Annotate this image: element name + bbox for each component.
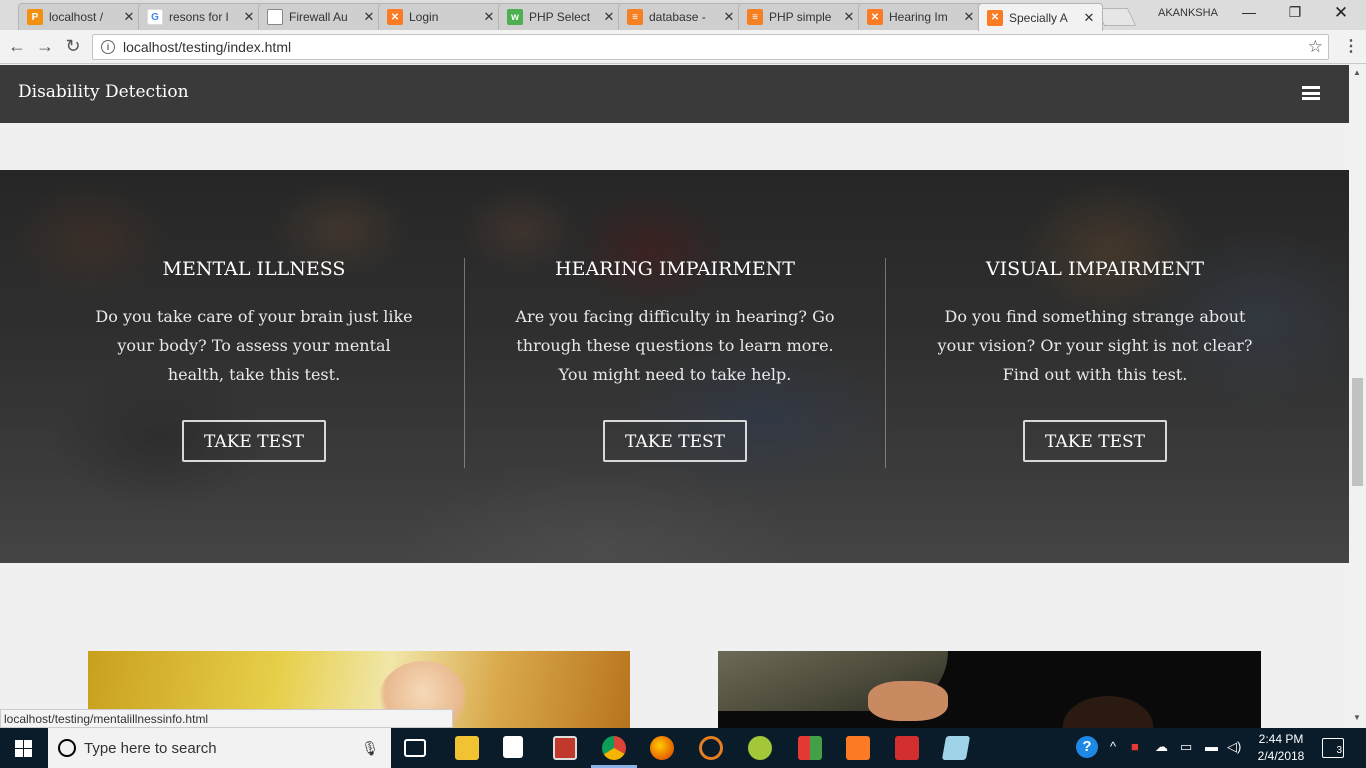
help-icon[interactable]: ? xyxy=(1076,736,1098,758)
close-tab-icon[interactable]: ✕ xyxy=(1082,10,1096,26)
page-viewport: Disability Detection MENTAL ILLNESS Do y… xyxy=(0,65,1349,728)
windows-taskbar: Type here to search 🎙 ? ^ ■ ☁ ▭ ▬ ◁) 2:4… xyxy=(0,728,1366,768)
url-text[interactable]: localhost/testing/index.html xyxy=(123,39,1308,55)
section-mental-illness: MENTAL ILLNESS Do you take care of your … xyxy=(44,258,464,462)
site-navbar: Disability Detection xyxy=(0,65,1349,123)
browser-tab[interactable]: ≡ PHP simple ✕ xyxy=(738,3,863,30)
browser-toolbar: ← → ↻ i localhost/testing/index.html ☆ ⋮ xyxy=(0,30,1366,64)
scroll-up-icon[interactable]: ▲ xyxy=(1353,68,1361,77)
forward-icon[interactable]: → xyxy=(34,36,56,57)
close-tab-icon[interactable]: ✕ xyxy=(482,9,496,25)
app-icon[interactable] xyxy=(553,736,577,760)
app-icon[interactable] xyxy=(798,736,822,760)
close-tab-icon[interactable]: ✕ xyxy=(242,9,256,25)
xampp-icon: ✕ xyxy=(387,9,403,25)
cortana-icon[interactable] xyxy=(58,739,76,757)
app-icon[interactable] xyxy=(699,736,723,760)
browser-menu-icon[interactable]: ⋮ xyxy=(1343,36,1359,56)
browser-tab-active[interactable]: ✕ Specially A ✕ xyxy=(978,3,1103,31)
browser-tab[interactable]: Firewall Au ✕ xyxy=(258,3,383,30)
microphone-icon[interactable]: 🎙 xyxy=(361,740,379,757)
address-bar[interactable]: i localhost/testing/index.html ☆ xyxy=(92,34,1329,60)
volume-icon[interactable]: ◁) xyxy=(1227,739,1241,755)
browser-tab[interactable]: ✕ Hearing Im ✕ xyxy=(858,3,983,30)
site-brand[interactable]: Disability Detection xyxy=(18,82,189,102)
action-center-icon[interactable]: 3 xyxy=(1322,738,1344,758)
section-title: MENTAL ILLNESS xyxy=(162,258,346,280)
chevron-up-icon[interactable]: ^ xyxy=(1110,739,1116,754)
minimize-icon[interactable]: — xyxy=(1226,4,1272,20)
section-description: Do you find something strange about your… xyxy=(937,307,1253,384)
clock-date: 2/4/2018 xyxy=(1257,749,1305,763)
scroll-down-icon[interactable]: ▼ xyxy=(1353,713,1361,722)
windows-start-icon[interactable] xyxy=(15,740,32,757)
status-bar-url: localhost/testing/mentalillnessinfo.html xyxy=(0,709,453,728)
close-tab-icon[interactable]: ✕ xyxy=(842,9,856,25)
browser-tab[interactable]: ✕ Login ✕ xyxy=(378,3,503,30)
taskbar-clock[interactable]: 2:44 PM 2/4/2018 xyxy=(1250,731,1312,765)
app-icon[interactable] xyxy=(941,736,971,760)
gift-icon[interactable]: ■ xyxy=(1131,739,1139,754)
onedrive-icon[interactable]: ☁ xyxy=(1155,739,1168,755)
hamburger-menu-icon[interactable] xyxy=(1302,86,1320,100)
close-window-icon[interactable]: ✕ xyxy=(1318,3,1364,23)
battery-icon[interactable]: ▬ xyxy=(1205,739,1218,754)
task-view-icon[interactable] xyxy=(404,739,426,757)
section-title: VISUAL IMPAIRMENT xyxy=(985,258,1205,280)
close-tab-icon[interactable]: ✕ xyxy=(122,9,136,25)
firefox-icon[interactable] xyxy=(650,736,674,760)
take-test-button[interactable]: TAKE TEST xyxy=(603,420,747,462)
take-test-button[interactable]: TAKE TEST xyxy=(1023,420,1167,462)
reload-icon[interactable]: ↻ xyxy=(62,36,84,57)
section-description: Are you facing difficulty in hearing? Go… xyxy=(515,307,835,384)
xampp-icon: ✕ xyxy=(987,9,1003,26)
page-icon xyxy=(267,9,283,25)
taskbar-search[interactable]: Type here to search 🎙 xyxy=(48,728,391,768)
close-tab-icon[interactable]: ✕ xyxy=(602,9,616,25)
pma-icon: P xyxy=(27,9,43,25)
bookmark-star-icon[interactable]: ☆ xyxy=(1308,37,1323,57)
page-scrollbar[interactable]: ▲ ▼ xyxy=(1349,65,1366,728)
section-visual-impairment: VISUAL IMPAIRMENT Do you find something … xyxy=(885,258,1305,462)
close-tab-icon[interactable]: ✕ xyxy=(722,9,736,25)
google-icon: G xyxy=(147,9,163,25)
network-icon[interactable]: ▭ xyxy=(1180,739,1192,755)
browser-tab[interactable]: ≡ database - ✕ xyxy=(618,3,743,30)
take-test-button[interactable]: TAKE TEST xyxy=(182,420,326,462)
info-icon[interactable]: i xyxy=(101,40,115,54)
xampp-icon[interactable] xyxy=(846,736,870,760)
section-description: Do you take care of your brain just like… xyxy=(95,307,413,384)
close-tab-icon[interactable]: ✕ xyxy=(362,9,376,25)
store-icon[interactable] xyxy=(503,736,523,758)
section-title: HEARING IMPAIRMENT xyxy=(555,258,795,280)
acrobat-icon[interactable] xyxy=(895,736,919,760)
search-placeholder[interactable]: Type here to search xyxy=(84,740,361,757)
clock-time: 2:44 PM xyxy=(1258,732,1304,746)
scrollbar-thumb[interactable] xyxy=(1352,378,1363,486)
browser-tab[interactable]: Gresons for l ✕ xyxy=(138,3,263,30)
back-icon[interactable]: ← xyxy=(6,36,28,57)
file-explorer-icon[interactable] xyxy=(455,736,479,760)
restore-icon[interactable]: ❐ xyxy=(1272,4,1318,21)
hero-section: MENTAL ILLNESS Do you take care of your … xyxy=(0,170,1349,563)
browser-tab[interactable]: w PHP Select ✕ xyxy=(498,3,623,30)
close-tab-icon[interactable]: ✕ xyxy=(962,9,976,25)
stackoverflow-icon: ≡ xyxy=(627,9,643,25)
section-hearing-impairment: HEARING IMPAIRMENT Are you facing diffic… xyxy=(465,258,885,462)
visual-impairment-image[interactable] xyxy=(718,651,1261,728)
android-studio-icon[interactable] xyxy=(748,736,772,760)
chrome-icon[interactable] xyxy=(602,736,626,760)
profile-name[interactable]: AKANKSHA xyxy=(1158,7,1218,19)
browser-tab[interactable]: Plocalhost / ✕ xyxy=(18,3,143,30)
browser-tabstrip: Plocalhost / ✕ Gresons for l ✕ Firewall Au… xyxy=(0,0,1366,31)
stackoverflow-icon: ≡ xyxy=(747,9,763,25)
w3-icon: w xyxy=(507,9,523,25)
xampp-icon: ✕ xyxy=(867,9,883,25)
